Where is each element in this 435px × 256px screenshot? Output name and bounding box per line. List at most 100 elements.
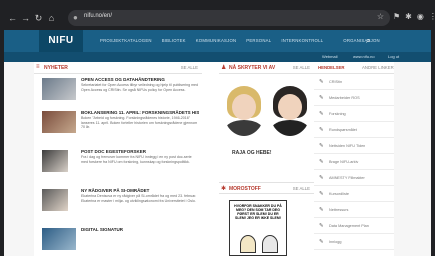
person-photo-raja <box>223 84 265 136</box>
pencil-icon: ✎ <box>319 223 324 229</box>
news-title: NYHETER <box>44 65 68 71</box>
sidebar-item-label: Nettressurs <box>329 208 349 212</box>
sidebar-item[interactable]: ✎ Forskning <box>314 108 394 122</box>
logout-link[interactable]: Log ut <box>388 54 399 59</box>
sidebar-item-label: Innlogg <box>329 240 342 244</box>
reload-icon[interactable]: ↻ <box>32 13 45 24</box>
person-icon: ♟ <box>221 65 227 71</box>
brag-see-all-link[interactable]: SE ALLE <box>293 65 310 70</box>
home-icon[interactable]: ⌂ <box>45 13 58 23</box>
puzzle-icon[interactable]: ✱ <box>405 12 412 21</box>
pencil-icon: ✎ <box>319 79 324 85</box>
browser-window: ← → ↻ ⌂ ● nifu.no/en/ ☆ ⚑ ✱ ◉ ⋮ NIFU PRO… <box>0 0 435 256</box>
news-item-title[interactable]: NY RÅDGIVER PÅ SI-OMRÅDET <box>81 188 199 193</box>
tab-hendelser[interactable]: HENDELSER <box>318 65 345 70</box>
news-item-text: Boken "Arbeid og forskning. Forskningsrå… <box>81 116 198 129</box>
pencil-icon: ✎ <box>319 239 324 245</box>
sidebar-item[interactable]: ✎ AMNESTY Fillmakter <box>314 172 394 186</box>
sidebar-item-label: Nettsiden NIFU Tiden <box>329 144 366 148</box>
pencil-icon: ✎ <box>319 95 324 101</box>
pencil-icon: ✎ <box>319 191 324 197</box>
web-page: NIFU PROSJEKTKATALOGEN BIBLIOTEK KOMMUNI… <box>4 30 431 256</box>
news-item-title[interactable]: BOKLANSERING 11. APRIL: FORSKNINGSRÅDETS… <box>81 110 199 115</box>
sidebar-item-label: CRIStin <box>329 80 343 84</box>
pencil-icon: ✎ <box>319 207 324 213</box>
news-thumbnail <box>42 111 76 133</box>
news-thumbnail <box>42 78 76 100</box>
pencil-icon: ✎ <box>319 127 324 133</box>
sidebar-item[interactable]: ✎ CRIStin <box>314 76 394 90</box>
search-icon[interactable]: ⌕ <box>366 36 370 46</box>
nav-item-personal[interactable]: PERSONAL <box>246 30 271 52</box>
nav-item-organisasjon[interactable]: ORGANISASJON <box>343 30 380 52</box>
news-item-title[interactable]: OPEN ACCESS OG DATAHÅNDTERING <box>81 77 199 82</box>
comic-figure <box>240 235 256 253</box>
news-header: ≡ NYHETER SE ALLE <box>34 62 202 74</box>
comic-text: HVORFOR SNAKKER DU PÅ MEG? DEN SOM TAR D… <box>234 204 282 220</box>
tab-andre-linker[interactable]: ANDRE LINKER <box>362 65 394 70</box>
nav-item-prosjektkatalogen[interactable]: PROSJEKTKATALOGEN <box>100 30 152 52</box>
nav-item-internkontroll[interactable]: INTERNKONTROLL <box>281 30 323 52</box>
lock-icon: ● <box>73 13 78 22</box>
browser-toolbar: ← → ↻ ⌂ ● nifu.no/en/ ☆ ⚑ ✱ ◉ ⋮ <box>0 8 435 28</box>
news-thumbnail <box>42 228 76 250</box>
sidebar-item[interactable]: ✎ Medarbeider ROS <box>314 92 394 106</box>
nav-item-bibliotek[interactable]: BIBLIOTEK <box>162 30 186 52</box>
site-header: NIFU PROSJEKTKATALOGEN BIBLIOTEK KOMMUNI… <box>4 30 431 52</box>
website-link[interactable]: www.nifu.no <box>353 54 375 59</box>
moro-see-all-link[interactable]: SE ALLE <box>293 186 310 191</box>
comic-figure <box>262 235 278 253</box>
news-item-text: Fra i dag og fremover kommer fra NIFU in… <box>81 155 192 164</box>
back-icon[interactable]: ← <box>6 13 19 23</box>
list-item[interactable]: DIGITAL SIGNATUR <box>34 226 202 254</box>
comic-strip[interactable]: HVORFOR SNAKKER DU PÅ MEG? DEN SOM TAR D… <box>229 200 287 256</box>
news-item-title[interactable]: POST DOC EGESTEFORSKER <box>81 149 199 154</box>
brag-caption[interactable]: RAJA OG HEBE! <box>232 150 272 156</box>
sidebar-item-label: Brage NIFU-arkiv <box>329 160 359 164</box>
sidebar-item[interactable]: ✎ Nettressurs <box>314 204 394 218</box>
news-item-title[interactable]: DIGITAL SIGNATUR <box>81 227 199 232</box>
list-item[interactable]: POST DOC EGESTEFORSKER Fra i dag og frem… <box>34 148 202 176</box>
sidebar-item[interactable]: ✎ Brage NIFU-arkiv <box>314 156 394 170</box>
sidebar-item-label: Data Management Plan <box>329 224 369 228</box>
webmail-link[interactable]: Webmail <box>322 54 338 59</box>
news-icon: ≡ <box>36 64 40 70</box>
utility-bar: Webmail www.nifu.no Log ut <box>4 52 431 62</box>
sidebar-item[interactable]: ✎ Innlogg <box>314 236 394 250</box>
main-content: ≡ NYHETER SE ALLE OPEN ACCESS OG DATAHÅN… <box>34 62 394 256</box>
nav-item-kommunikasjon[interactable]: KOMMUNIKASJON <box>196 30 237 52</box>
list-item[interactable]: BOKLANSERING 11. APRIL: FORSKNINGSRÅDETS… <box>34 109 202 137</box>
news-thumbnail <box>42 189 68 211</box>
menu-icon[interactable]: ⋮ <box>429 12 435 21</box>
bookmark-star-icon[interactable]: ☆ <box>377 12 384 21</box>
list-item[interactable]: OPEN ACCESS OG DATAHÅNDTERING Sekretaria… <box>34 76 202 104</box>
pencil-icon: ✎ <box>319 175 324 181</box>
news-thumbnail <box>42 150 68 172</box>
pencil-icon: ✎ <box>319 159 324 165</box>
sidebar-item[interactable]: ✎ Kursordliste <box>314 188 394 202</box>
brag-header: ♟ NÅ SKRYTER VI AV SE ALLE <box>219 62 314 74</box>
sidebar-item-label: Kursordliste <box>329 192 350 196</box>
pencil-icon: ✎ <box>319 111 324 117</box>
forward-icon[interactable]: → <box>19 13 32 23</box>
sidebar-item-label: Forskning <box>329 112 346 116</box>
extension-icon[interactable]: ⚑ <box>393 12 400 21</box>
pencil-icon: ✎ <box>319 143 324 149</box>
list-item[interactable]: NY RÅDGIVER PÅ SI-OMRÅDET Ekaterina Deni… <box>34 187 202 215</box>
star-icon: ✱ <box>221 186 227 192</box>
sidebar-item[interactable]: ✎ Rundspørsmålet <box>314 124 394 138</box>
url-text[interactable]: nifu.no/en/ <box>84 13 112 19</box>
sidebar-item-label: AMNESTY Fillmakter <box>329 176 365 180</box>
site-logo[interactable]: NIFU <box>39 30 83 52</box>
sidebar-item[interactable]: ✎ Data Management Plan <box>314 220 394 234</box>
address-bar[interactable]: ● nifu.no/en/ ☆ <box>68 10 390 26</box>
sidebar-item[interactable]: ✎ Nettsiden NIFU Tiden <box>314 140 394 154</box>
brag-title: NÅ SKRYTER VI AV <box>229 65 276 71</box>
news-item-text: Sekretariatet for Open Access tilbyr vei… <box>81 83 199 92</box>
news-item-text: Ekaterina Denisova er ny rådgiver på SI-… <box>81 194 197 203</box>
sidebar-tabs: HENDELSER ANDRE LINKER <box>314 62 394 74</box>
person-photo-hebe <box>269 84 311 136</box>
moro-title: MOROSTOFF <box>229 186 261 192</box>
profile-icon[interactable]: ◉ <box>417 12 424 21</box>
news-see-all-link[interactable]: SE ALLE <box>181 65 198 70</box>
